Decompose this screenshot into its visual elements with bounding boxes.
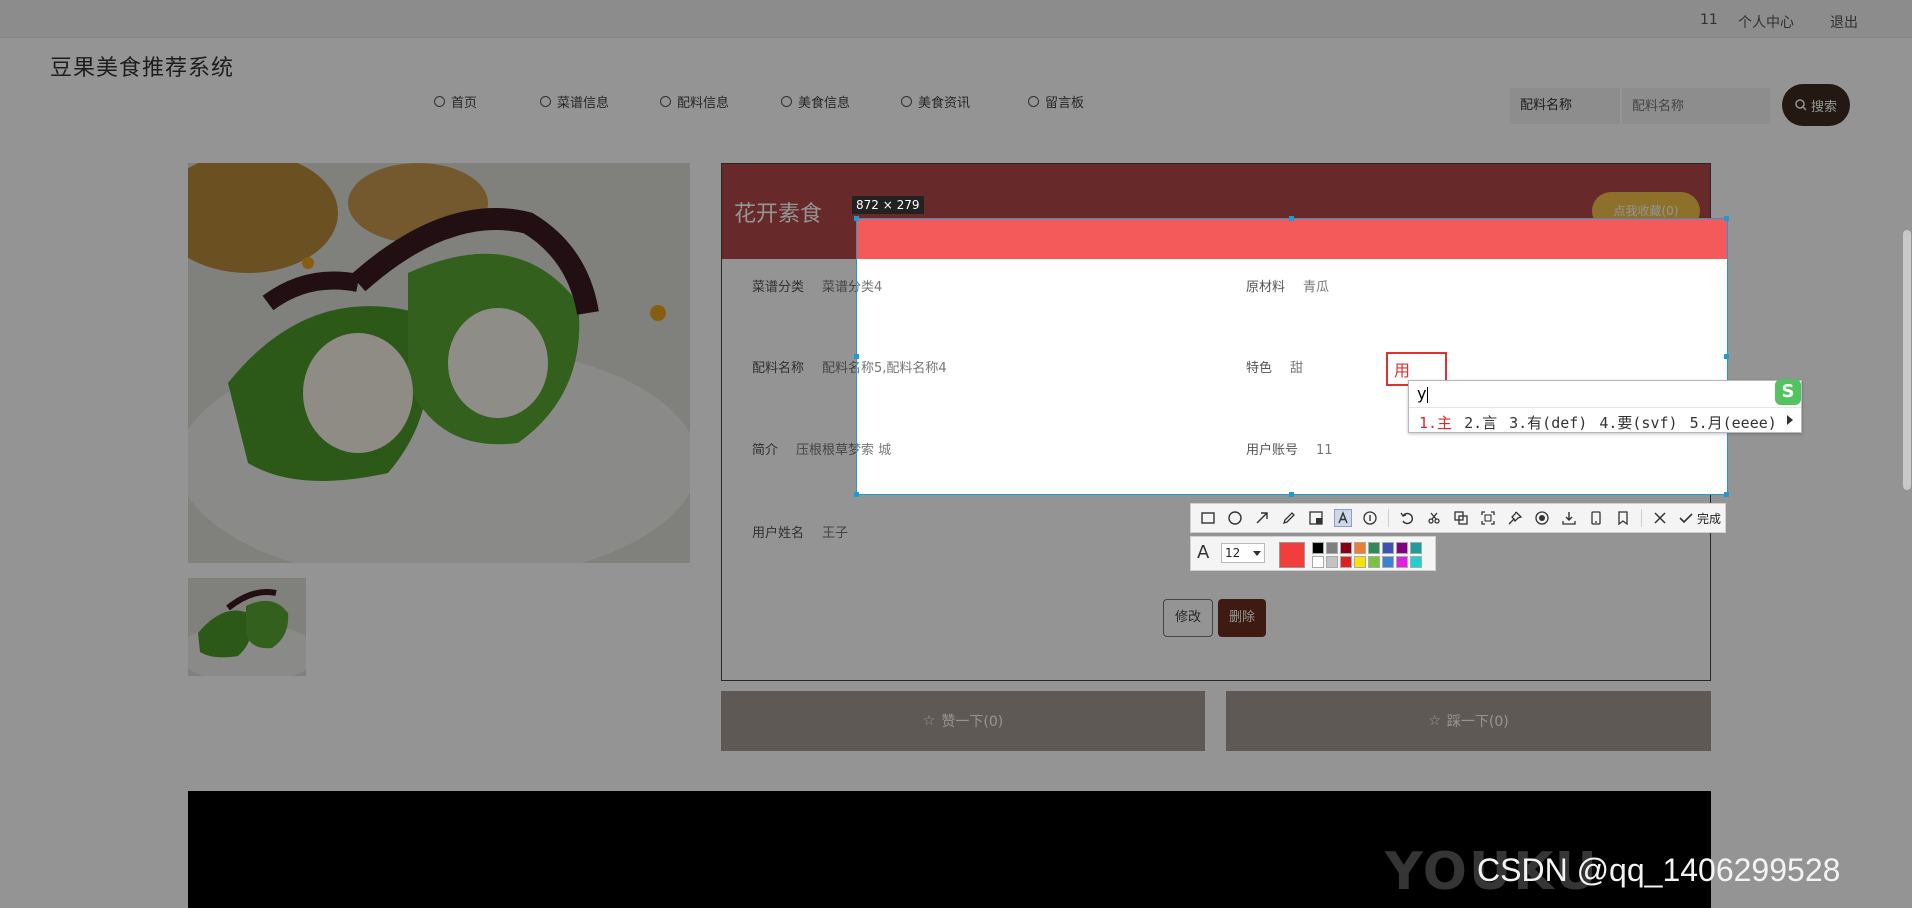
resize-handle[interactable] bbox=[1724, 216, 1729, 221]
color-swatch[interactable] bbox=[1312, 542, 1324, 554]
rectangle-tool-icon[interactable] bbox=[1199, 509, 1217, 527]
resize-handle[interactable] bbox=[1724, 354, 1729, 359]
field-intro: 简介压根根草梦索 城 bbox=[857, 439, 892, 458]
color-swatch[interactable] bbox=[1396, 556, 1408, 568]
font-size-select[interactable]: 12 bbox=[1221, 543, 1265, 563]
toolbar-divider bbox=[1641, 509, 1642, 527]
chevron-down-icon bbox=[1253, 551, 1261, 556]
field-value: 甜 bbox=[1290, 361, 1304, 376]
resize-handle[interactable] bbox=[1289, 492, 1294, 497]
download-icon[interactable] bbox=[1560, 509, 1578, 527]
pin-icon[interactable] bbox=[1506, 509, 1524, 527]
selection-content: 菜谱分类菜谱分类4 原材料 青瓜 配料名称配料名称5,配料名称4 特色 甜 简介压根… bbox=[857, 219, 1712, 494]
color-swatch[interactable] bbox=[1354, 542, 1366, 554]
text-tool-icon[interactable] bbox=[1334, 509, 1352, 527]
color-swatch[interactable] bbox=[1368, 542, 1380, 554]
field-label: 原材料 bbox=[1246, 280, 1286, 295]
color-swatch[interactable] bbox=[1340, 542, 1352, 554]
record-icon[interactable] bbox=[1533, 509, 1551, 527]
toolbar-divider bbox=[1388, 509, 1389, 527]
undo-icon[interactable] bbox=[1398, 509, 1416, 527]
color-swatch[interactable] bbox=[1396, 542, 1408, 554]
field-value: 菜谱分类4 bbox=[857, 280, 883, 295]
ime-candidate[interactable]: 5.月(eeee) bbox=[1690, 414, 1777, 432]
color-swatch[interactable] bbox=[1340, 556, 1352, 568]
font-size-value: 12 bbox=[1225, 546, 1241, 560]
selection-size-label: 872 × 279 bbox=[852, 196, 924, 214]
csdn-watermark: CSDN @qq_1406299528 bbox=[1477, 852, 1841, 888]
current-color-swatch[interactable] bbox=[1279, 542, 1305, 568]
color-swatch[interactable] bbox=[1382, 542, 1394, 554]
ime-input-text: y bbox=[1417, 384, 1427, 403]
arrow-tool-icon[interactable] bbox=[1253, 509, 1271, 527]
selection-header-band bbox=[857, 219, 1727, 259]
close-icon[interactable] bbox=[1651, 509, 1669, 527]
ocr-copy-icon[interactable] bbox=[1452, 509, 1470, 527]
color-swatch[interactable] bbox=[1312, 556, 1324, 568]
text-style-palette: A 12 bbox=[1190, 536, 1436, 571]
done-label: 完成 bbox=[1697, 511, 1722, 526]
ime-candidate-window: y S 1.主 2.言 3.有(def) 4.要(svf) 5.月(eeee) bbox=[1408, 379, 1802, 433]
page-scrollbar[interactable] bbox=[1903, 230, 1911, 490]
crop-icon[interactable] bbox=[1425, 509, 1443, 527]
color-swatch[interactable] bbox=[1326, 556, 1338, 568]
capture-selection[interactable]: 菜谱分类菜谱分类4 原材料 青瓜 配料名称配料名称5,配料名称4 特色 甜 简介压根… bbox=[856, 218, 1728, 495]
text-caret bbox=[1427, 386, 1429, 403]
resize-handle[interactable] bbox=[1289, 216, 1294, 221]
check-icon bbox=[1679, 513, 1693, 524]
field-account: 用户账号 11 bbox=[1246, 439, 1333, 458]
bookmark-icon[interactable] bbox=[1614, 509, 1632, 527]
ime-composition: y bbox=[1417, 384, 1429, 403]
field-value: 压根根草梦索 城 bbox=[857, 443, 892, 458]
capture-toolbar: 完成 bbox=[1190, 503, 1726, 533]
color-swatch[interactable] bbox=[1410, 556, 1422, 568]
ime-candidate[interactable]: 3.有(def) bbox=[1509, 414, 1587, 432]
sogou-logo-icon: S bbox=[1775, 379, 1801, 405]
phone-send-icon[interactable] bbox=[1587, 509, 1605, 527]
ime-candidate[interactable]: 4.要(svf) bbox=[1599, 414, 1677, 432]
color-swatch[interactable] bbox=[1326, 542, 1338, 554]
color-swatch[interactable] bbox=[1368, 556, 1380, 568]
resize-handle[interactable] bbox=[854, 492, 859, 497]
color-swatches bbox=[1312, 542, 1422, 568]
color-swatch[interactable] bbox=[1410, 542, 1422, 554]
ime-next-page-icon[interactable] bbox=[1787, 415, 1793, 425]
color-swatch[interactable] bbox=[1354, 556, 1366, 568]
ime-divider bbox=[1409, 407, 1801, 408]
done-button[interactable]: 完成 bbox=[1678, 510, 1721, 527]
ime-candidate[interactable]: 1.主 bbox=[1419, 414, 1452, 432]
field-value: 青瓜 bbox=[1303, 280, 1330, 295]
mosaic-tool-icon[interactable] bbox=[1307, 509, 1325, 527]
ime-candidate[interactable]: 2.言 bbox=[1464, 414, 1497, 432]
ime-candidates: 1.主 2.言 3.有(def) 4.要(svf) 5.月(eeee) bbox=[1419, 412, 1789, 433]
field-feature: 特色 甜 bbox=[1246, 357, 1303, 376]
resize-handle[interactable] bbox=[854, 354, 859, 359]
ellipse-tool-icon[interactable] bbox=[1226, 509, 1244, 527]
field-category: 菜谱分类菜谱分类4 bbox=[857, 276, 883, 295]
resize-handle[interactable] bbox=[854, 216, 859, 221]
field-value: 11 bbox=[1316, 443, 1333, 458]
field-raw-material: 原材料 青瓜 bbox=[1246, 276, 1329, 295]
field-label: 特色 bbox=[1246, 361, 1273, 376]
field-value: 配料名称5,配料名称4 bbox=[857, 361, 947, 376]
pencil-tool-icon[interactable] bbox=[1280, 509, 1298, 527]
field-ingredients: 配料名称配料名称5,配料名称4 bbox=[857, 357, 947, 376]
font-size-icon: A bbox=[1197, 542, 1210, 563]
number-marker-icon[interactable] bbox=[1361, 509, 1379, 527]
color-swatch[interactable] bbox=[1382, 556, 1394, 568]
field-label: 用户账号 bbox=[1246, 443, 1299, 458]
resize-handle[interactable] bbox=[1724, 492, 1729, 497]
scroll-capture-icon[interactable] bbox=[1479, 509, 1497, 527]
